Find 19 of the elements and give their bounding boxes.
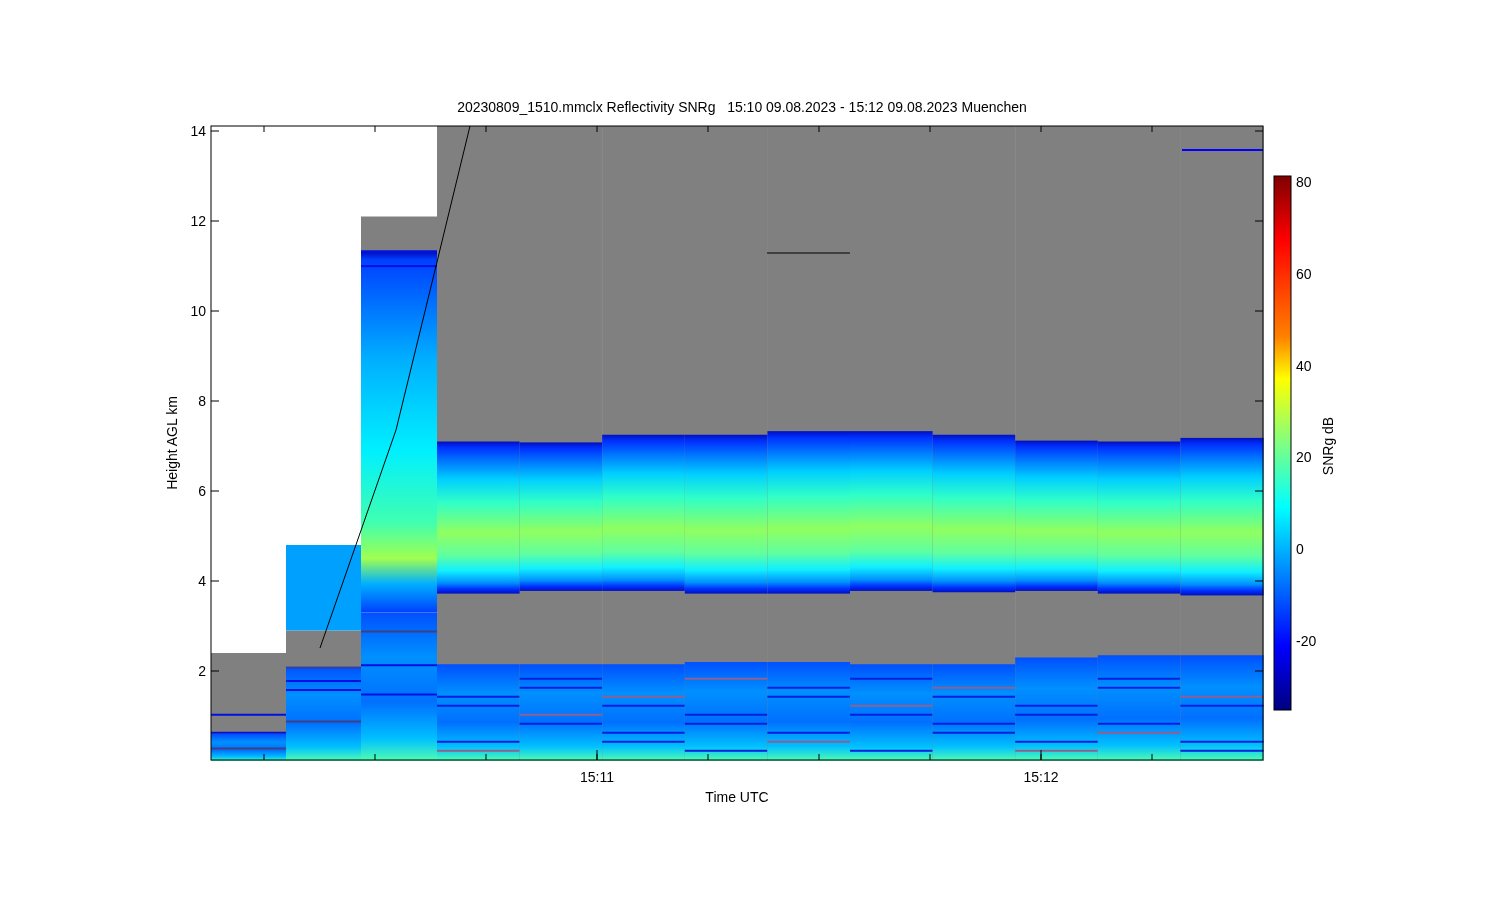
x-axis-label: Time UTC bbox=[705, 789, 769, 805]
colorbar-label: SNRg dB bbox=[1320, 416, 1336, 476]
colorbar-tick-label: 60 bbox=[1296, 265, 1312, 282]
y-axis-tick-label: 6 bbox=[198, 483, 206, 499]
y-axis-tick-label: 12 bbox=[190, 213, 206, 229]
chart-title: 20230809_1510.mmclx Reflectivity SNRg 15:10 09.08.2023 - 15:12 09.08.2023 Muenchen bbox=[457, 99, 1027, 115]
y-axis-tick-label: 10 bbox=[190, 303, 206, 319]
y-axis-tick-label: 8 bbox=[198, 393, 206, 409]
colorbar-tick-label: 80 bbox=[1296, 174, 1312, 190]
colorbar-tick-label: 40 bbox=[1296, 357, 1312, 374]
y-axis-tick-label: 14 bbox=[190, 123, 206, 139]
colorbar-tick-label: 20 bbox=[1296, 449, 1312, 466]
x-axis-tick-label: 15:12 bbox=[1023, 769, 1059, 785]
y-axis-tick-label: 4 bbox=[198, 573, 206, 589]
colorbar-tick-label: -20 bbox=[1296, 633, 1317, 649]
y-axis-label: Height AGL km bbox=[164, 396, 180, 490]
y-axis-tick-label: 2 bbox=[198, 663, 206, 679]
colorbar-tick-label: 0 bbox=[1296, 541, 1304, 558]
x-axis-tick-label: 15:11 bbox=[580, 769, 614, 785]
